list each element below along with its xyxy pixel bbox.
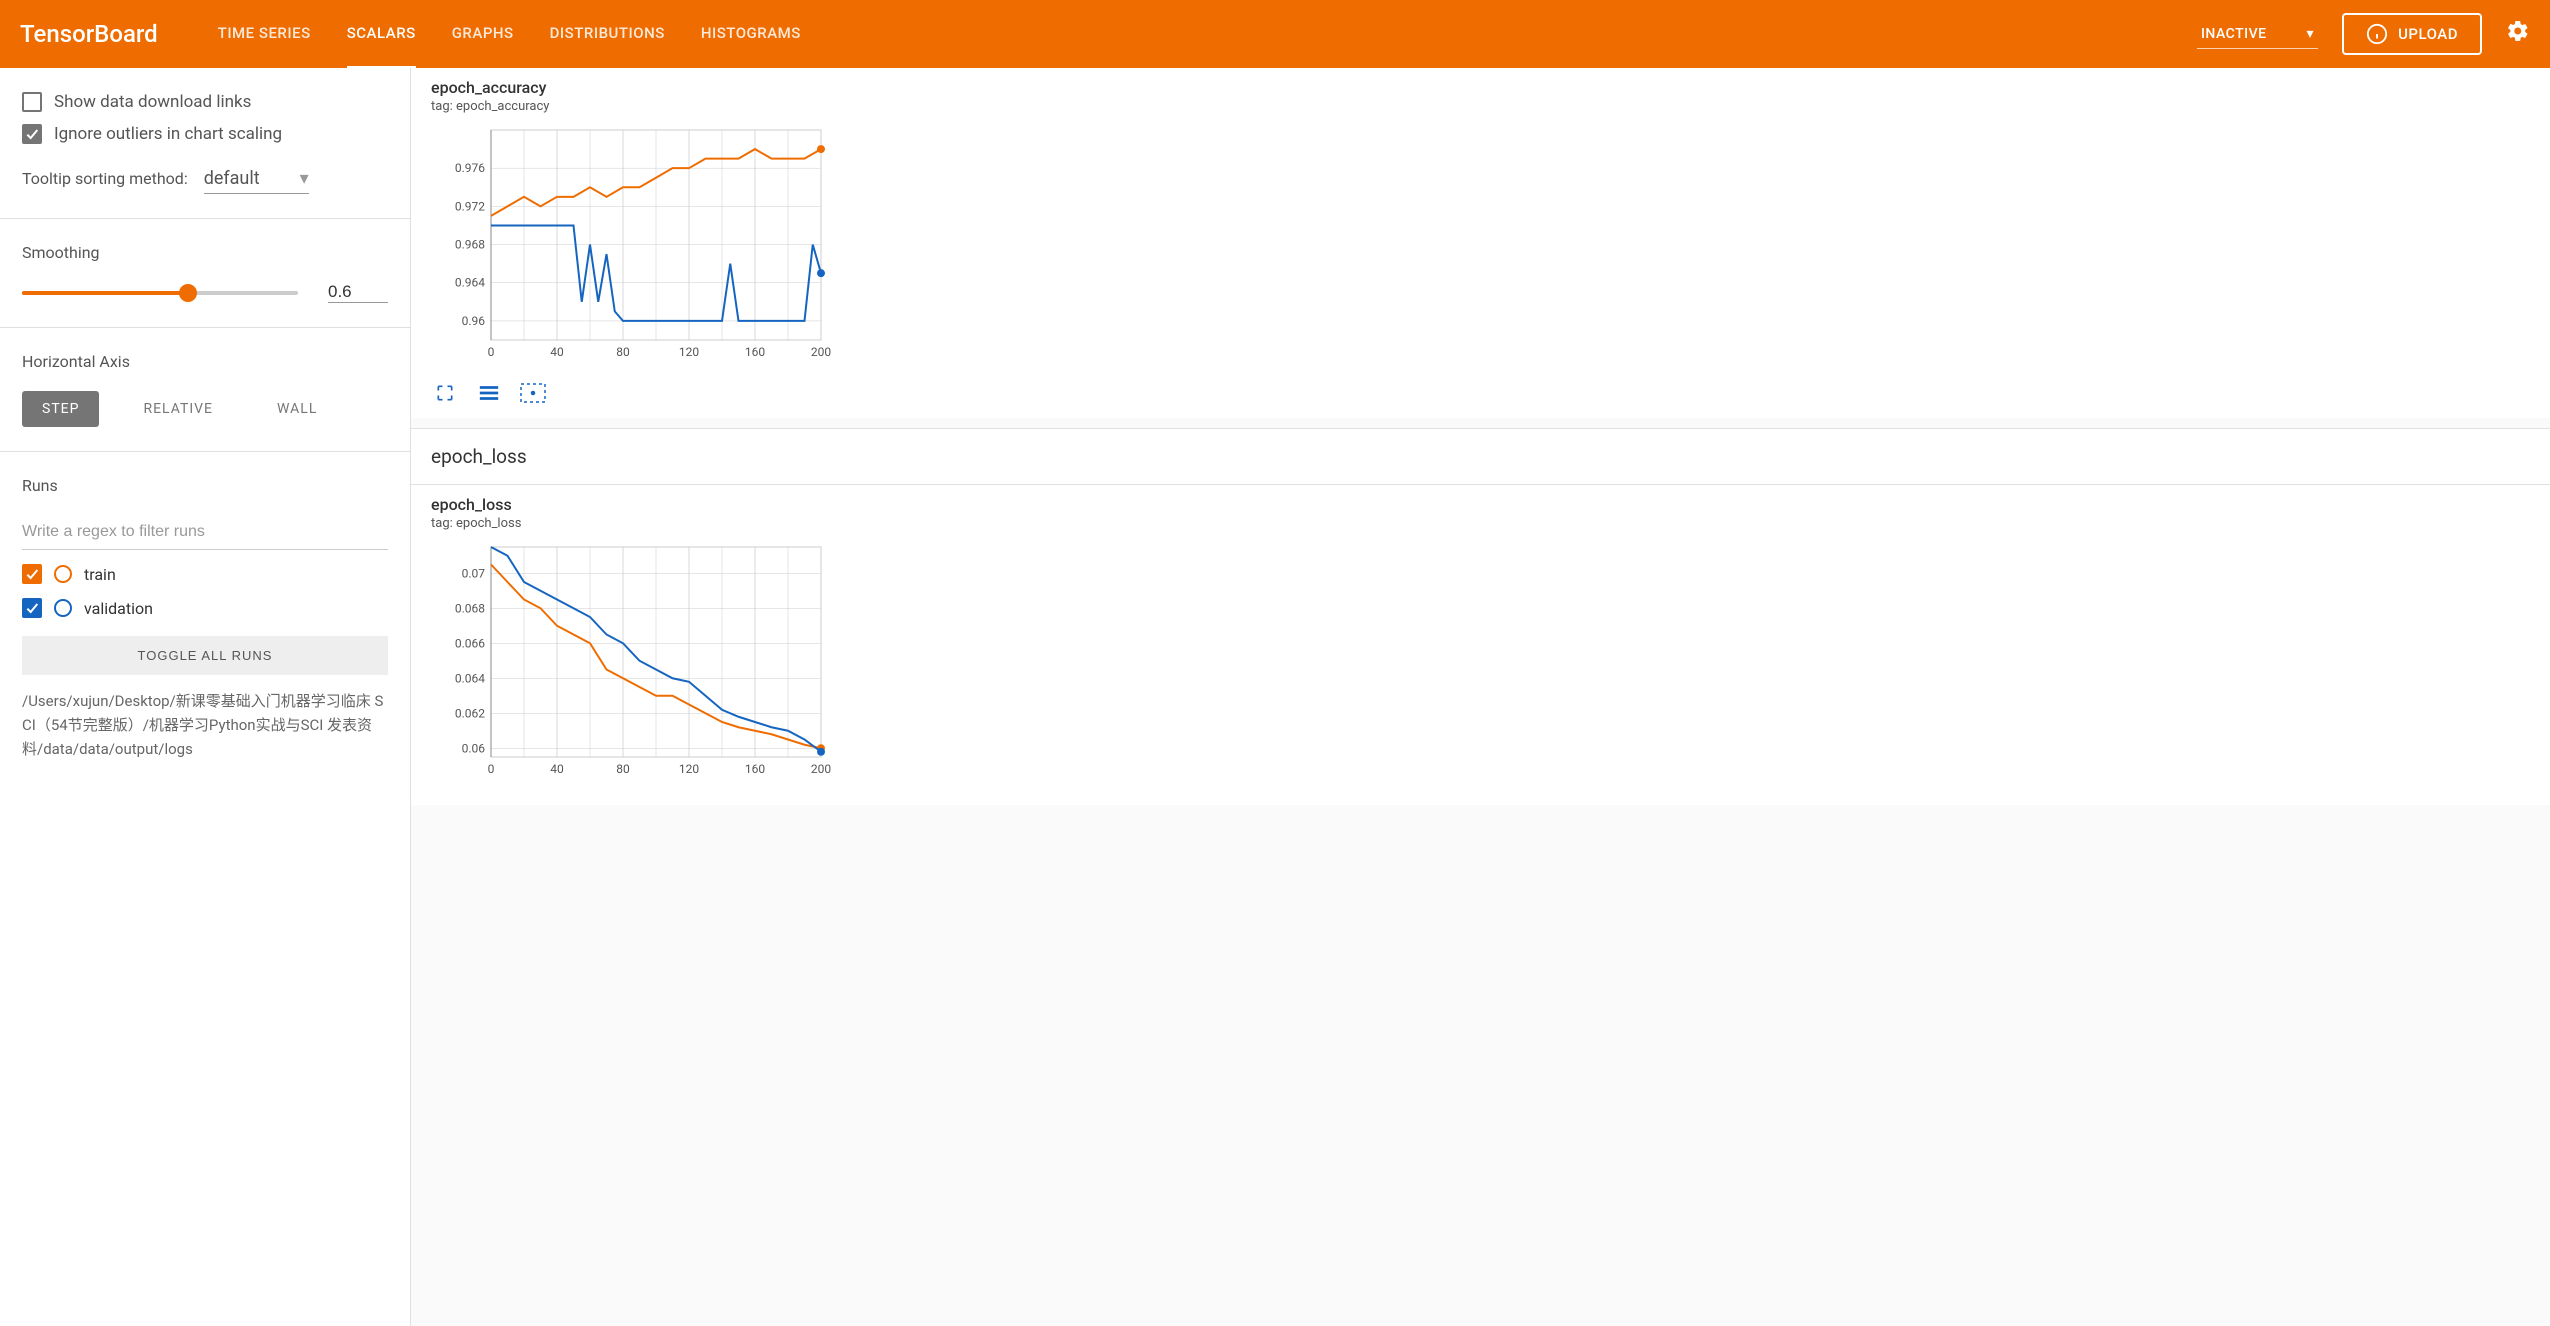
tooltip-sorting-label: Tooltip sorting method:	[22, 169, 188, 188]
ignore-outliers-label: Ignore outliers in chart scaling	[54, 124, 282, 144]
svg-text:0.96: 0.96	[462, 314, 486, 328]
svg-text:40: 40	[550, 345, 564, 359]
svg-text:0.968: 0.968	[455, 238, 485, 252]
svg-text:80: 80	[616, 345, 630, 359]
settings-icon[interactable]	[2506, 19, 2530, 49]
tabs: TIME SERIES SCALARS GRAPHS DISTRIBUTIONS…	[218, 0, 2197, 69]
svg-text:0.064: 0.064	[455, 671, 485, 685]
runs-filter-input[interactable]	[22, 515, 388, 550]
status-text: INACTIVE	[2201, 26, 2267, 42]
svg-text:40: 40	[550, 762, 564, 776]
tab-scalars[interactable]: SCALARS	[347, 0, 416, 69]
upload-button[interactable]: UPLOAD	[2342, 13, 2482, 55]
checkbox-ignore-outliers[interactable]	[22, 124, 42, 144]
checkbox-download-links[interactable]	[22, 92, 42, 112]
chart-card-accuracy: epoch_accuracy tag: epoch_accuracy 0 40 80…	[411, 68, 2550, 418]
svg-text:80: 80	[616, 762, 630, 776]
haxis-step[interactable]: STEP	[22, 391, 99, 427]
tab-distributions[interactable]: DISTRIBUTIONS	[550, 0, 665, 69]
logo: TensorBoard	[20, 20, 158, 48]
checkbox-run-train[interactable]	[22, 564, 42, 584]
caret-down-icon: ▾	[300, 168, 309, 189]
header-right: INACTIVE ▾ UPLOAD	[2197, 13, 2530, 55]
svg-text:0.976: 0.976	[455, 161, 485, 175]
chart-loss[interactable]: 0 40 80 120 160 200 0.06 0.062 0.064 0.066 0.068 0.…	[431, 537, 831, 787]
status-select[interactable]: INACTIVE ▾	[2197, 20, 2318, 49]
smoothing-slider[interactable]	[22, 291, 298, 295]
svg-text:0.068: 0.068	[455, 601, 485, 615]
smoothing-label: Smoothing	[22, 243, 388, 262]
tab-time-series[interactable]: TIME SERIES	[218, 0, 311, 69]
checkbox-run-validation[interactable]	[22, 598, 42, 618]
info-icon	[2366, 23, 2388, 45]
run-color-icon	[54, 565, 72, 583]
svg-text:0: 0	[488, 762, 495, 776]
header: TensorBoard TIME SERIES SCALARS GRAPHS D…	[0, 0, 2550, 68]
tooltip-sorting-select[interactable]: default ▾	[204, 164, 309, 194]
svg-text:0.066: 0.066	[455, 636, 485, 650]
tab-graphs[interactable]: GRAPHS	[452, 0, 514, 69]
run-name: train	[84, 565, 116, 584]
chart-tag: tag: epoch_accuracy	[431, 99, 2530, 114]
expand-icon[interactable]	[431, 382, 459, 404]
run-name: validation	[84, 599, 153, 618]
svg-text:160: 160	[745, 345, 765, 359]
list-icon[interactable]	[475, 382, 503, 404]
reset-icon[interactable]	[519, 382, 547, 404]
chart-accuracy[interactable]: 0 40 80 120 160 200 0.96 0.964 0.968 0.972 0.976	[431, 120, 831, 370]
upload-label: UPLOAD	[2398, 25, 2458, 43]
svg-text:0.972: 0.972	[455, 199, 485, 213]
run-color-icon	[54, 599, 72, 617]
toggle-all-runs-button[interactable]: TOGGLE ALL RUNS	[22, 636, 388, 675]
haxis-relative[interactable]: RELATIVE	[123, 391, 233, 427]
smoothing-value-input[interactable]	[328, 282, 388, 303]
chart-title: epoch_accuracy	[431, 78, 2530, 97]
chart-title: epoch_loss	[431, 495, 2530, 514]
run-row-train: train	[22, 564, 388, 584]
horizontal-axis-label: Horizontal Axis	[22, 352, 388, 371]
runs-label: Runs	[22, 476, 388, 495]
svg-text:0.964: 0.964	[455, 276, 485, 290]
svg-text:0.062: 0.062	[455, 706, 485, 720]
tooltip-sorting-value: default	[204, 168, 260, 189]
svg-text:120: 120	[679, 762, 699, 776]
caret-down-icon: ▾	[2307, 26, 2315, 42]
chart-card-loss: epoch_loss tag: epoch_loss 0 40 80 120 160 20…	[411, 485, 2550, 805]
chart-tag: tag: epoch_loss	[431, 516, 2530, 531]
run-row-validation: validation	[22, 598, 388, 618]
haxis-wall[interactable]: WALL	[257, 391, 337, 427]
svg-text:200: 200	[811, 345, 831, 359]
svg-text:0.06: 0.06	[462, 741, 486, 755]
sidebar: Show data download links Ignore outliers…	[0, 68, 410, 1326]
main-content: epoch_accuracy tag: epoch_accuracy 0 40 80…	[410, 68, 2550, 1326]
svg-text:0.07: 0.07	[462, 566, 486, 580]
tab-histograms[interactable]: HISTOGRAMS	[701, 0, 801, 69]
log-path: /Users/xujun/Desktop/新课零基础入门机器学习临床 SCI（5…	[22, 689, 388, 761]
svg-text:0: 0	[488, 345, 495, 359]
svg-text:200: 200	[811, 762, 831, 776]
download-links-label: Show data download links	[54, 92, 251, 112]
svg-text:160: 160	[745, 762, 765, 776]
svg-text:120: 120	[679, 345, 699, 359]
loss-section-header[interactable]: epoch_loss	[411, 428, 2550, 485]
